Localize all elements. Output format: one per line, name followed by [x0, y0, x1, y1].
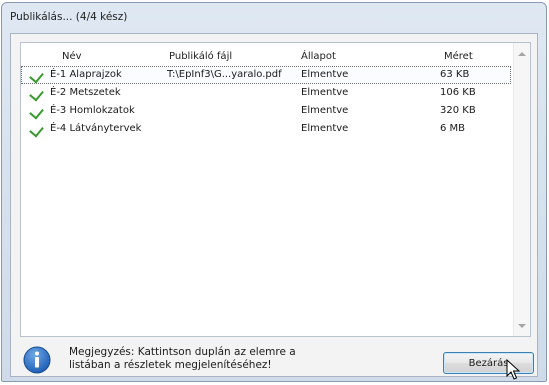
mouse-pointer-icon	[506, 359, 521, 380]
publish-list[interactable]: Név Publikáló fájl Állapot Méret É-1 Ala…	[20, 42, 531, 337]
check-icon	[29, 104, 44, 120]
check-icon	[29, 122, 44, 138]
list-item[interactable]: É-4 Látványtervek Elmentve 6 MB	[21, 120, 511, 138]
list-item[interactable]: É-1 Alaprajzok T:\EpInf3\G...yaralo.pdf …	[21, 66, 511, 84]
scroll-up-arrow-icon[interactable]	[518, 52, 526, 56]
column-header-name[interactable]: Név	[62, 51, 82, 62]
item-name: É-4 Látványtervek	[50, 123, 142, 134]
check-icon	[29, 68, 44, 84]
list-scrollbar[interactable]	[513, 43, 530, 336]
item-size: 320 KB	[440, 105, 476, 116]
column-header-size[interactable]: Méret	[444, 51, 473, 62]
item-name: É-1 Alaprajzok	[50, 69, 122, 80]
dialog-body: Név Publikáló fájl Állapot Méret É-1 Ala…	[10, 33, 538, 377]
info-icon	[23, 346, 51, 374]
item-name: É-3 Homlokzatok	[50, 105, 135, 116]
item-size: 63 KB	[440, 69, 470, 80]
item-state: Elmentve	[301, 69, 349, 80]
item-state: Elmentve	[301, 105, 349, 116]
item-state: Elmentve	[301, 123, 349, 134]
item-size: 106 KB	[440, 87, 476, 98]
window-title: Publikálás... (4/4 kész)	[10, 11, 128, 23]
item-size: 6 MB	[440, 123, 466, 134]
item-file: T:\EpInf3\G...yaralo.pdf	[167, 69, 282, 80]
scroll-down-arrow-icon[interactable]	[518, 324, 526, 328]
column-header-state[interactable]: Állapot	[301, 51, 336, 62]
publish-dialog: Publikálás... (4/4 kész) Név Publikáló f…	[1, 2, 547, 382]
list-item[interactable]: É-2 Metszetek Elmentve 106 KB	[21, 84, 511, 102]
list-item[interactable]: É-3 Homlokzatok Elmentve 320 KB	[21, 102, 511, 120]
item-name: É-2 Metszetek	[50, 87, 121, 98]
column-header-file[interactable]: Publikáló fájl	[169, 51, 232, 62]
check-icon	[29, 86, 44, 102]
title-bar[interactable]: Publikálás... (4/4 kész)	[2, 3, 546, 31]
item-state: Elmentve	[301, 87, 349, 98]
hint-text: Megjegyzés: Kattintson duplán az elemre …	[69, 346, 296, 371]
